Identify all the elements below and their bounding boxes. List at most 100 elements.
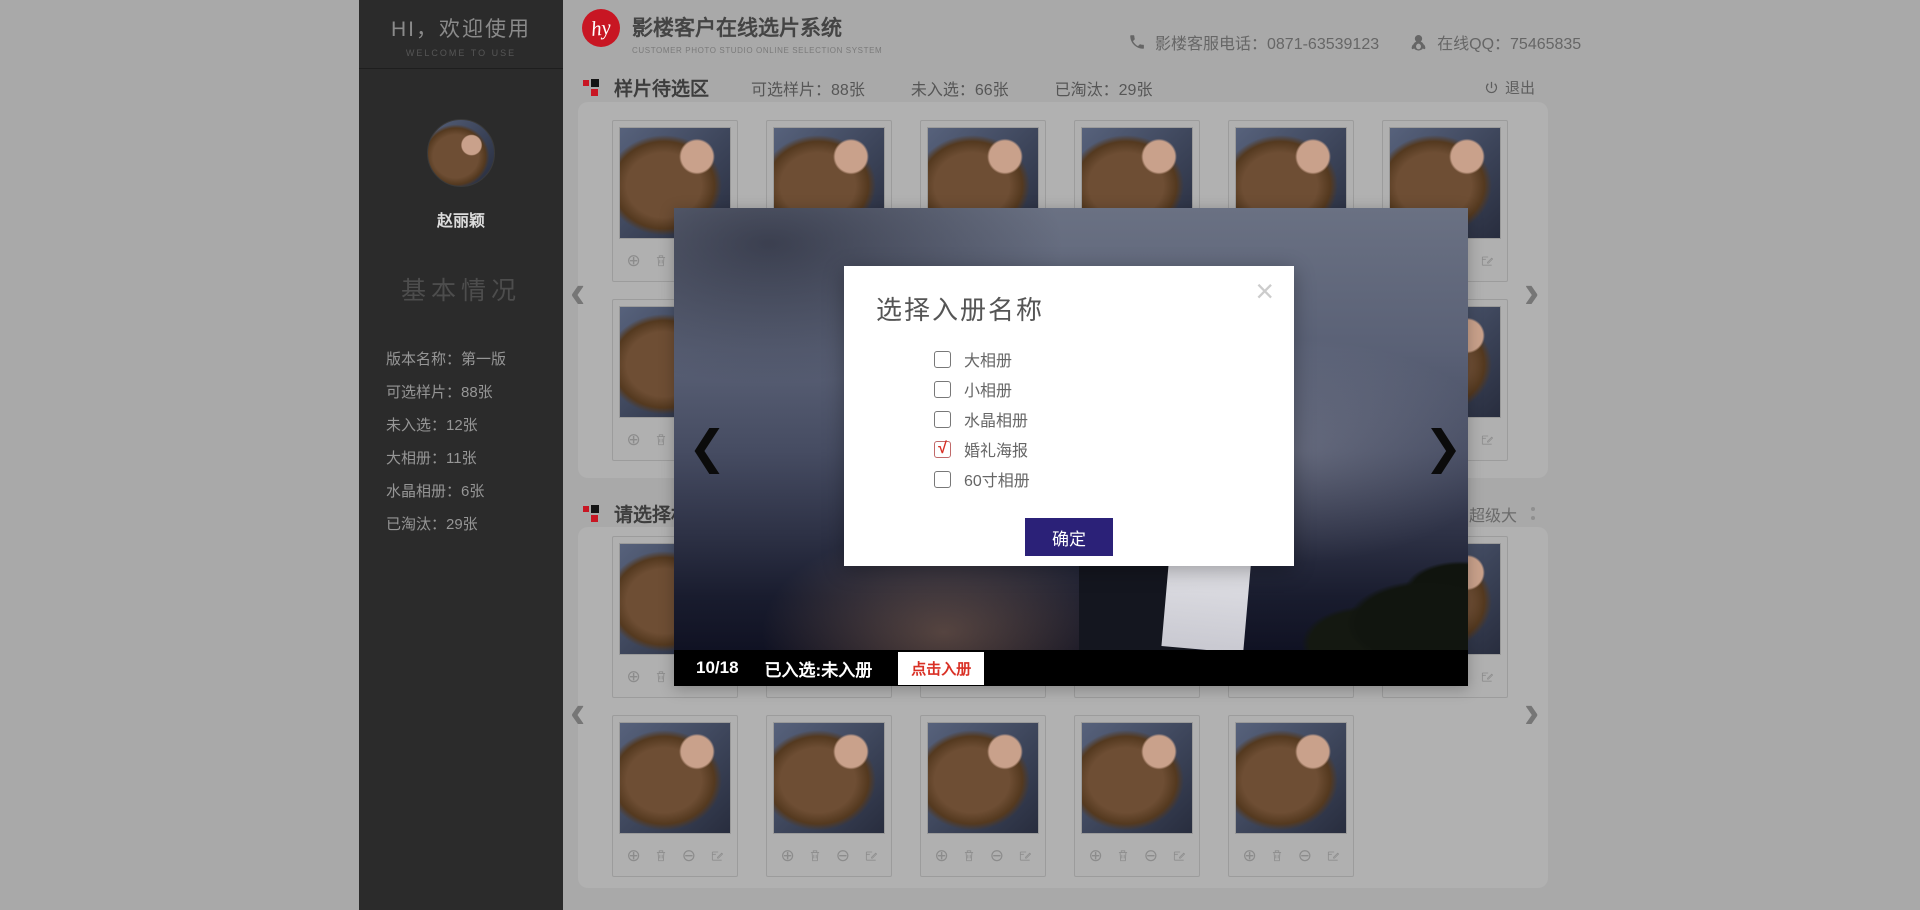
zoom-in-icon[interactable]: ⊕ — [781, 847, 795, 864]
tile-actions: ⊕ ⊖ — [1075, 834, 1199, 876]
album-option[interactable]: 小相册 — [934, 374, 1030, 404]
pool-stats: 可选样片：88张 未入选：66张 已淘汰：29张 — [751, 76, 1152, 100]
album-grid-row-2: ⊕ ⊖ ⊕ ⊖ ⊕ ⊖ ⊕ ⊖ — [612, 715, 1354, 877]
photo-tile[interactable]: ⊕ ⊖ — [1074, 715, 1200, 877]
album-hint: 超级大 — [1469, 502, 1517, 526]
app-subtitle: CUSTOMER PHOTO STUDIO ONLINE SELECTION S… — [632, 46, 882, 55]
pool-title: 样片待选区 — [614, 74, 709, 101]
edit-icon[interactable] — [710, 848, 724, 863]
checkbox[interactable] — [934, 351, 951, 368]
album-option-label: 小相册 — [964, 377, 1012, 401]
info-eliminated: 已淘汰：29张 — [386, 508, 563, 541]
info-big-album: 大相册：11张 — [386, 442, 563, 475]
album-option-label: 大相册 — [964, 347, 1012, 371]
welcome-title: HI，欢迎使用 — [359, 13, 563, 43]
album-hint-wrap: 超级大 — [1469, 502, 1535, 526]
zoom-in-icon[interactable]: ⊕ — [627, 252, 641, 269]
album-options: 大相册 小相册 水晶相册 √ 婚礼海报 60寸相册 — [934, 344, 1030, 494]
edit-icon[interactable] — [1480, 432, 1494, 447]
lightbox-bar: 10/18 已入选:未入册 点击入册 — [674, 650, 1468, 686]
grid-icon — [583, 79, 600, 96]
info-available: 可选样片：88张 — [386, 376, 563, 409]
remove-icon[interactable]: ⊖ — [1298, 847, 1312, 864]
zoom-in-icon[interactable]: ⊕ — [627, 847, 641, 864]
checkbox[interactable] — [934, 411, 951, 428]
checkbox[interactable] — [934, 381, 951, 398]
photo-thumbnail[interactable] — [773, 722, 885, 834]
logout-button[interactable]: 退出 — [1484, 77, 1535, 98]
trash-icon[interactable] — [654, 253, 668, 268]
trash-icon[interactable] — [962, 848, 976, 863]
zoom-in-icon[interactable]: ⊕ — [1243, 847, 1257, 864]
selection-status: 已入选:未入册 — [765, 656, 873, 681]
edit-icon[interactable] — [864, 848, 878, 863]
photo-thumbnail[interactable] — [927, 722, 1039, 834]
zoom-in-icon[interactable]: ⊕ — [1089, 847, 1103, 864]
edit-icon[interactable] — [1480, 669, 1494, 684]
add-to-album-button[interactable]: 点击入册 — [898, 652, 984, 685]
app-logo: hy — [582, 9, 620, 47]
edit-icon[interactable] — [1018, 848, 1032, 863]
photo-tile[interactable]: ⊕ ⊖ — [766, 715, 892, 877]
dots-handle-icon[interactable] — [1531, 507, 1535, 520]
album-prev-arrow[interactable]: ‹ — [570, 688, 585, 734]
grid-icon — [583, 505, 600, 522]
remove-icon[interactable]: ⊖ — [990, 847, 1004, 864]
trash-icon[interactable] — [1116, 848, 1130, 863]
service-phone: 影楼客服电话：0871-63539123 — [1155, 30, 1379, 54]
edit-icon[interactable] — [1326, 848, 1340, 863]
album-select-modal: 选择入册名称 × 大相册 小相册 水晶相册 √ 婚礼海报 60寸相册 确定 — [844, 266, 1294, 566]
album-option[interactable]: 大相册 — [934, 344, 1030, 374]
basic-info-list: 版本名称：第一版 可选样片：88张 未入选：12张 大相册：11张 水晶相册：6… — [359, 343, 563, 541]
header-contact: 影楼客服电话：0871-63539123 在线QQ：75465835 — [1128, 30, 1581, 54]
remove-icon[interactable]: ⊖ — [682, 847, 696, 864]
trash-icon[interactable] — [654, 432, 668, 447]
zoom-in-icon[interactable]: ⊕ — [627, 668, 641, 685]
trash-icon[interactable] — [654, 848, 668, 863]
pool-section-header: 样片待选区 可选样片：88张 未入选：66张 已淘汰：29张 退出 — [583, 74, 1535, 101]
close-icon[interactable]: × — [1255, 272, 1274, 310]
pool-prev-arrow[interactable]: ‹ — [570, 268, 585, 314]
edit-icon[interactable] — [1480, 253, 1494, 268]
remove-icon[interactable]: ⊖ — [836, 847, 850, 864]
lightbox-next-arrow[interactable]: ❯ — [1424, 424, 1463, 470]
photo-tile[interactable]: ⊕ ⊖ — [920, 715, 1046, 877]
zoom-in-icon[interactable]: ⊕ — [627, 431, 641, 448]
tile-actions: ⊕ ⊖ — [767, 834, 891, 876]
checkbox[interactable] — [934, 471, 951, 488]
basic-info-title: 基本情况 — [359, 271, 563, 307]
lightbox-prev-arrow[interactable]: ❮ — [688, 424, 727, 470]
photo-thumbnail[interactable] — [1081, 722, 1193, 834]
avatar — [427, 119, 495, 187]
album-option[interactable]: 水晶相册 — [934, 404, 1030, 434]
edit-icon[interactable] — [1172, 848, 1186, 863]
tile-actions: ⊕ ⊖ — [921, 834, 1045, 876]
online-qq: 在线QQ：75465835 — [1437, 30, 1581, 54]
user-name: 赵丽颖 — [359, 207, 563, 231]
photo-tile[interactable]: ⊕ ⊖ — [1228, 715, 1354, 877]
confirm-button[interactable]: 确定 — [1025, 518, 1113, 556]
modal-title: 选择入册名称 — [876, 290, 1044, 327]
qq-icon — [1409, 33, 1428, 52]
power-icon — [1484, 80, 1499, 95]
album-option-label: 水晶相册 — [964, 407, 1028, 431]
zoom-in-icon[interactable]: ⊕ — [935, 847, 949, 864]
stat-eliminated: 已淘汰：29张 — [1055, 76, 1153, 100]
trash-icon[interactable] — [808, 848, 822, 863]
stat-available: 可选样片：88张 — [751, 76, 865, 100]
checkbox[interactable]: √ — [934, 441, 951, 458]
logo-monogram: hy — [590, 15, 612, 42]
album-next-arrow[interactable]: › — [1524, 688, 1539, 734]
photo-thumbnail[interactable] — [619, 722, 731, 834]
photo-thumbnail[interactable] — [1235, 722, 1347, 834]
photo-tile[interactable]: ⊕ ⊖ — [612, 715, 738, 877]
app-brand: 影楼客户在线选片系统 CUSTOMER PHOTO STUDIO ONLINE … — [632, 12, 882, 55]
trash-icon[interactable] — [654, 669, 668, 684]
trash-icon[interactable] — [1270, 848, 1284, 863]
album-option[interactable]: 60寸相册 — [934, 464, 1030, 494]
pool-next-arrow[interactable]: › — [1524, 268, 1539, 314]
album-option[interactable]: √ 婚礼海报 — [934, 434, 1030, 464]
welcome-subtitle: WELCOME TO USE — [359, 48, 563, 58]
logout-label: 退出 — [1505, 77, 1535, 98]
remove-icon[interactable]: ⊖ — [1144, 847, 1158, 864]
